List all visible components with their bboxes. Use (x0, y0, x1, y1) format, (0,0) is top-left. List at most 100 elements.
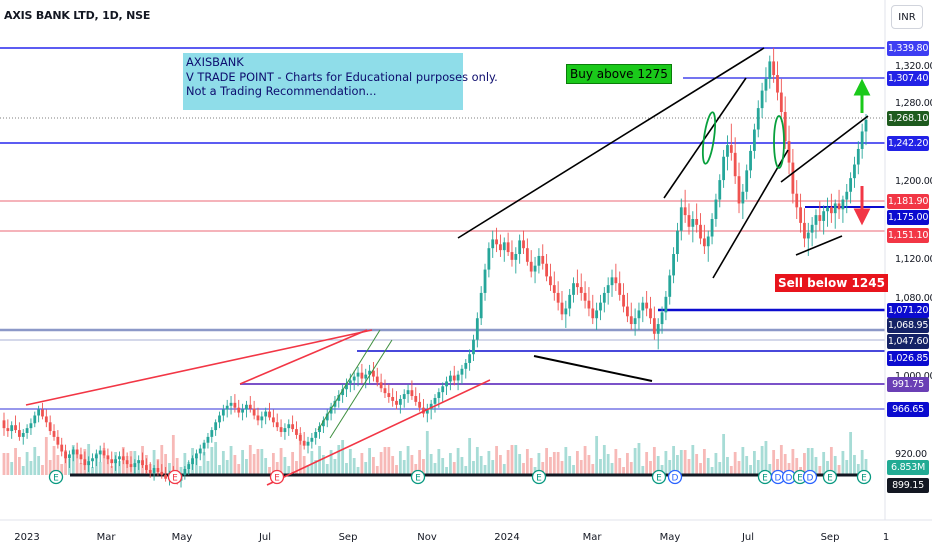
candle-body (352, 376, 356, 381)
volume-bar (452, 462, 456, 475)
candle-body (637, 310, 641, 319)
volume-bar (337, 445, 341, 475)
currency-button[interactable]: INR (891, 5, 923, 29)
volume-bar (202, 452, 206, 475)
price-label: 1,339.80 (887, 40, 929, 56)
price-label: 1,026.85 (887, 350, 929, 366)
volume-bar (845, 460, 849, 475)
candle-body (556, 292, 560, 303)
time-tick: May (171, 532, 193, 543)
volume-bar (683, 450, 687, 475)
candle-body (298, 434, 302, 441)
candle-body (760, 90, 764, 109)
candle-body (229, 402, 233, 406)
time-tick: 2024 (494, 532, 520, 543)
candle-body (510, 252, 514, 260)
event-marker: E (167, 469, 183, 485)
price-label: 1,181.90 (887, 193, 929, 209)
volume-bar (17, 457, 21, 475)
candle-body (741, 191, 745, 204)
candle-body (206, 436, 210, 443)
volume-bar (245, 459, 248, 475)
volume-bar (599, 459, 602, 475)
candle-body (60, 444, 64, 452)
volume-bar (264, 458, 268, 475)
volume-bar (345, 463, 348, 475)
candle-body (595, 310, 599, 319)
volume-bar (291, 452, 295, 475)
candle-body (14, 425, 17, 431)
candle-body (849, 178, 853, 192)
candle-body (864, 119, 868, 132)
candle-body (418, 401, 422, 408)
candle-body (52, 431, 56, 437)
volume-bar (206, 461, 210, 475)
volume-bar (722, 434, 726, 475)
level-lines (0, 47, 885, 477)
up-arrow (853, 78, 871, 113)
event-marker-label: E (762, 474, 768, 484)
volume-bar (348, 449, 352, 475)
volume-bar (745, 456, 749, 475)
candle-body (522, 240, 525, 249)
volume-bar (649, 461, 652, 475)
candle-body (799, 207, 802, 223)
volume-bar (652, 447, 656, 475)
candle-body (545, 263, 548, 277)
volume-bar (387, 447, 391, 475)
price-label: 1,175.00 (887, 209, 929, 225)
volume-bar (522, 463, 525, 475)
trend-black-3 (663, 77, 747, 199)
volume-bar (460, 457, 464, 475)
volume-bar (545, 448, 548, 475)
candle-body (764, 78, 768, 91)
candle-body (291, 424, 295, 430)
volume-bar (633, 448, 637, 475)
volume-bar (429, 454, 433, 475)
volume-bar (741, 447, 745, 475)
candle-body (676, 230, 679, 255)
candle-body (564, 308, 568, 315)
trend-red-1 (25, 329, 373, 406)
price-tick: 1,280.00 (895, 98, 932, 109)
volume-bar (456, 448, 460, 475)
trend-red-2 (239, 329, 368, 385)
time-tick: Nov (417, 532, 437, 543)
event-marker-label: D (807, 474, 814, 484)
candle-body (268, 411, 271, 418)
candle-body (214, 422, 218, 431)
candle-body (2, 420, 6, 429)
volume-bar (360, 453, 364, 475)
candle-body (21, 432, 25, 437)
candle-body (791, 162, 795, 194)
candle-body (391, 397, 395, 401)
candle-body (364, 374, 368, 379)
volume-bar (441, 458, 445, 475)
candles (2, 47, 868, 488)
trend-black-2 (533, 355, 653, 382)
candle-body (599, 302, 602, 311)
volume-bar (714, 453, 718, 475)
volume-bar (302, 456, 306, 475)
candle-body (160, 471, 164, 475)
volume-bar (33, 447, 37, 475)
time-tick: Mar (582, 532, 602, 543)
candle-body (853, 164, 856, 179)
volume-bar (352, 458, 356, 475)
volume-bar (448, 453, 452, 475)
trend-black-6 (795, 235, 843, 256)
candle-body (387, 393, 391, 398)
volume-bar (595, 436, 599, 475)
time-tick: 1 (882, 532, 890, 543)
candle-body (164, 474, 168, 479)
candle-body (83, 459, 87, 466)
volume-bar (98, 462, 102, 475)
candle-body (549, 276, 552, 286)
volume-bar (691, 445, 695, 475)
circle-1 (701, 111, 717, 165)
candle-body (360, 372, 364, 379)
candle-body (618, 283, 622, 295)
volume-bar (225, 460, 229, 475)
candle-body (560, 302, 564, 315)
volume-bar (687, 459, 691, 475)
